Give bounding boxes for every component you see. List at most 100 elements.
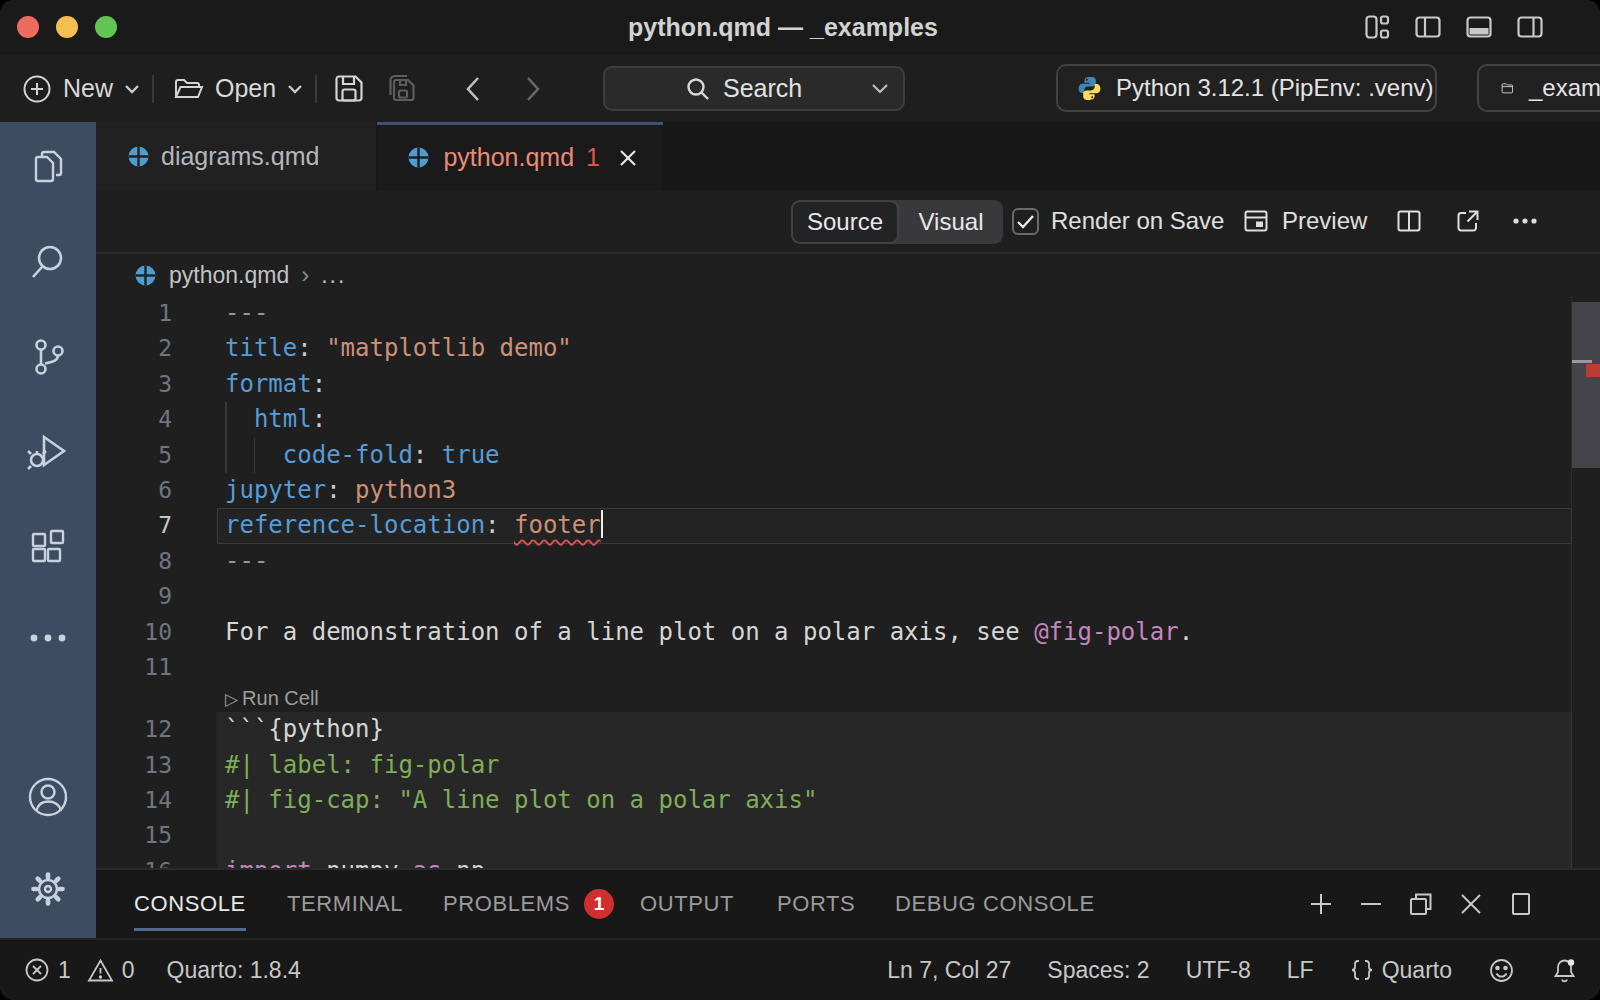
code-line[interactable]: 4 html: — [96, 402, 1600, 437]
panel-tab-output[interactable]: OUTPUT — [640, 870, 734, 938]
preview-label: Preview — [1282, 207, 1367, 235]
quarto-file-icon — [127, 145, 150, 168]
code-line[interactable]: 10For a demonstration of a line plot on … — [96, 615, 1600, 650]
tab-problem-count: 1 — [586, 143, 600, 172]
tab-diagrams-qmd[interactable]: diagrams.qmd — [96, 122, 376, 190]
code-line[interactable]: 14#| fig-cap: "A line plot on a polar ax… — [96, 783, 1600, 818]
split-editor-icon[interactable] — [1395, 190, 1423, 252]
indentation-status[interactable]: Spaces: 2 — [1047, 957, 1149, 984]
code-line[interactable]: 8--- — [96, 544, 1600, 579]
code-line[interactable]: 16import numpy as np — [96, 854, 1600, 868]
panel-tab-debug-console[interactable]: DEBUG CONSOLE — [895, 870, 1095, 938]
window-title: python.qmd — _examples — [0, 0, 1566, 55]
line-number: 9 — [96, 579, 172, 614]
interpreter-label: Python 3.12.1 (PipEnv: .venv) — [1116, 74, 1434, 102]
restore-panel-icon[interactable] — [1408, 891, 1434, 917]
breadcrumb[interactable]: python.qmd › ... — [96, 254, 1600, 296]
save-button[interactable] — [333, 55, 366, 122]
open-button[interactable]: Open — [172, 55, 303, 122]
panel-layout-icon[interactable] — [1508, 891, 1534, 917]
error-icon — [24, 957, 50, 983]
code-line[interactable]: 12```{python} — [96, 712, 1600, 747]
search-icon — [685, 76, 711, 102]
problems-status[interactable]: 1 0 — [24, 957, 135, 984]
workspace-label: _examples — [1529, 74, 1600, 102]
code-line[interactable]: 6jupyter: python3 — [96, 473, 1600, 508]
code-line[interactable]: 2title: "matplotlib demo" — [96, 331, 1600, 366]
line-number: 1 — [96, 296, 172, 331]
chevron-down-icon — [287, 84, 303, 94]
tab-label: python.qmd — [443, 143, 574, 172]
explorer-icon[interactable] — [0, 146, 96, 190]
settings-gear-icon[interactable] — [0, 866, 96, 912]
visual-mode-button[interactable]: Visual — [899, 200, 1003, 244]
quarto-version-status[interactable]: Quarto: 1.8.4 — [167, 957, 301, 984]
source-mode-button[interactable]: Source — [791, 200, 899, 244]
workspace-selector[interactable]: _examples — [1477, 64, 1600, 112]
line-number: 10 — [96, 615, 172, 650]
account-icon[interactable] — [0, 774, 96, 820]
scrollbar-thumb[interactable] — [1572, 302, 1600, 468]
render-on-save-checkbox[interactable]: Render on Save — [1012, 190, 1224, 252]
toggle-primary-sidebar-icon[interactable] — [1414, 13, 1442, 41]
new-button[interactable]: New — [22, 55, 140, 122]
minimize-panel-icon[interactable] — [1358, 891, 1384, 917]
line-number: 2 — [96, 331, 172, 366]
code-line[interactable]: 13#| label: fig-polar — [96, 748, 1600, 783]
code-line[interactable]: 3format: — [96, 367, 1600, 402]
line-number: 4 — [96, 402, 172, 437]
code-line[interactable]: 15 — [96, 818, 1600, 853]
language-mode-status[interactable]: Quarto — [1350, 957, 1452, 984]
notifications-bell-icon[interactable] — [1551, 957, 1578, 984]
panel-tab-ports[interactable]: PORTS — [777, 870, 855, 938]
title-bar: python.qmd — _examples — [0, 0, 1600, 55]
python-logo-icon — [1076, 75, 1103, 102]
panel-tab-problems[interactable]: PROBLEMS1 — [443, 870, 614, 938]
encoding-status[interactable]: UTF-8 — [1186, 957, 1251, 984]
close-tab-icon[interactable] — [617, 147, 639, 169]
new-console-icon[interactable] — [1308, 891, 1334, 917]
cursor-position-status[interactable]: Ln 7, Col 27 — [887, 957, 1011, 984]
tab-label: diagrams.qmd — [161, 142, 319, 171]
warning-icon — [87, 958, 114, 983]
code-line[interactable]: 9 — [96, 579, 1600, 614]
save-all-button[interactable] — [384, 55, 422, 122]
navigate-forward-button[interactable] — [525, 55, 542, 122]
code-line[interactable]: 1--- — [96, 296, 1600, 331]
customize-layout-icon[interactable] — [1363, 13, 1391, 41]
toggle-secondary-sidebar-icon[interactable] — [1516, 13, 1544, 41]
panel-tab-console[interactable]: CONSOLE — [134, 870, 246, 938]
run-cell-codelens[interactable]: ▷Run Cell — [96, 685, 1600, 712]
checkbox-checked-icon[interactable] — [1012, 208, 1039, 235]
interpreter-selector[interactable]: Python 3.12.1 (PipEnv: .venv) — [1056, 64, 1437, 112]
problems-badge: 1 — [584, 889, 614, 919]
run-debug-icon[interactable] — [0, 429, 96, 473]
more-actions-icon[interactable] — [0, 616, 96, 660]
preview-button[interactable]: Preview — [1242, 190, 1367, 252]
overview-cursor-marker — [1572, 360, 1592, 363]
toggle-panel-icon[interactable] — [1465, 13, 1493, 41]
folder-icon — [1501, 76, 1514, 100]
feedback-smiley-icon[interactable] — [1488, 957, 1515, 984]
close-panel-icon[interactable] — [1458, 891, 1484, 917]
breadcrumb-more[interactable]: ... — [321, 262, 346, 289]
breadcrumb-chevron-icon: › — [301, 261, 309, 289]
panel-tab-terminal[interactable]: TERMINAL — [287, 870, 403, 938]
navigate-back-button[interactable] — [464, 55, 481, 122]
extensions-icon[interactable] — [0, 524, 96, 568]
code-editor[interactable]: 1---2title: "matplotlib demo"3format:4 h… — [96, 296, 1600, 868]
line-number: 3 — [96, 367, 172, 402]
code-line[interactable]: 7reference-location: footer — [96, 508, 1600, 543]
search-input[interactable]: Search — [603, 66, 905, 111]
eol-status[interactable]: LF — [1287, 957, 1314, 984]
code-line[interactable]: 5 code-fold: true — [96, 438, 1600, 473]
code-line[interactable]: 11 — [96, 650, 1600, 685]
more-editor-actions-icon[interactable] — [1510, 190, 1540, 252]
line-number: 5 — [96, 438, 172, 473]
source-control-icon[interactable] — [0, 335, 96, 379]
search-sidebar-icon[interactable] — [0, 240, 96, 284]
breadcrumb-file[interactable]: python.qmd — [169, 262, 289, 289]
line-number: 6 — [96, 473, 172, 508]
open-external-icon[interactable] — [1454, 190, 1482, 252]
tab-python-qmd[interactable]: python.qmd 1 — [377, 122, 663, 190]
